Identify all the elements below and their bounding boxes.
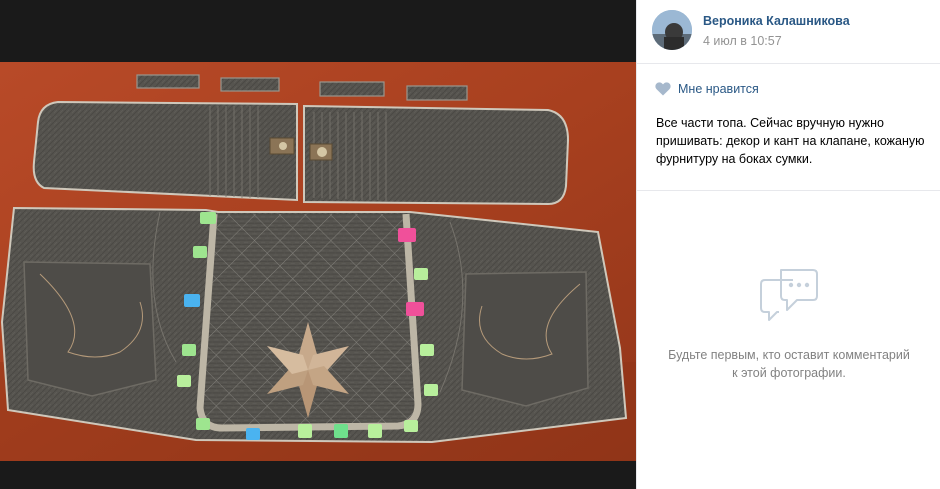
author-avatar[interactable]	[652, 10, 692, 50]
divider	[637, 63, 940, 64]
post-author: Вероника Калашникова 4 июл в 10:57	[652, 10, 932, 54]
heart-icon	[655, 82, 671, 96]
divider	[637, 190, 940, 191]
photo[interactable]	[0, 62, 636, 461]
like-label: Мне нравится	[678, 82, 759, 96]
author-name[interactable]: Вероника Калашникова	[703, 14, 850, 28]
flap-right-piece	[303, 104, 570, 206]
comments-empty-text: Будьте первым, кто оставит комментарий к…	[668, 348, 910, 380]
comment-bubble-icon	[760, 269, 818, 321]
comments-empty-state: Будьте первым, кто оставит комментарий к…	[637, 262, 940, 382]
photo-sidebar: Вероника Калашникова 4 июл в 10:57 Мне н…	[636, 0, 940, 489]
like-button[interactable]: Мне нравится	[655, 80, 759, 98]
flap-left-piece	[32, 100, 298, 202]
avatar-image	[652, 10, 692, 50]
bag-body-piece	[0, 206, 628, 444]
post-date[interactable]: 4 июл в 10:57	[703, 34, 782, 48]
post-description: Все части топа. Сейчас вручную нужно при…	[656, 116, 925, 166]
photo-viewer[interactable]	[0, 0, 636, 489]
